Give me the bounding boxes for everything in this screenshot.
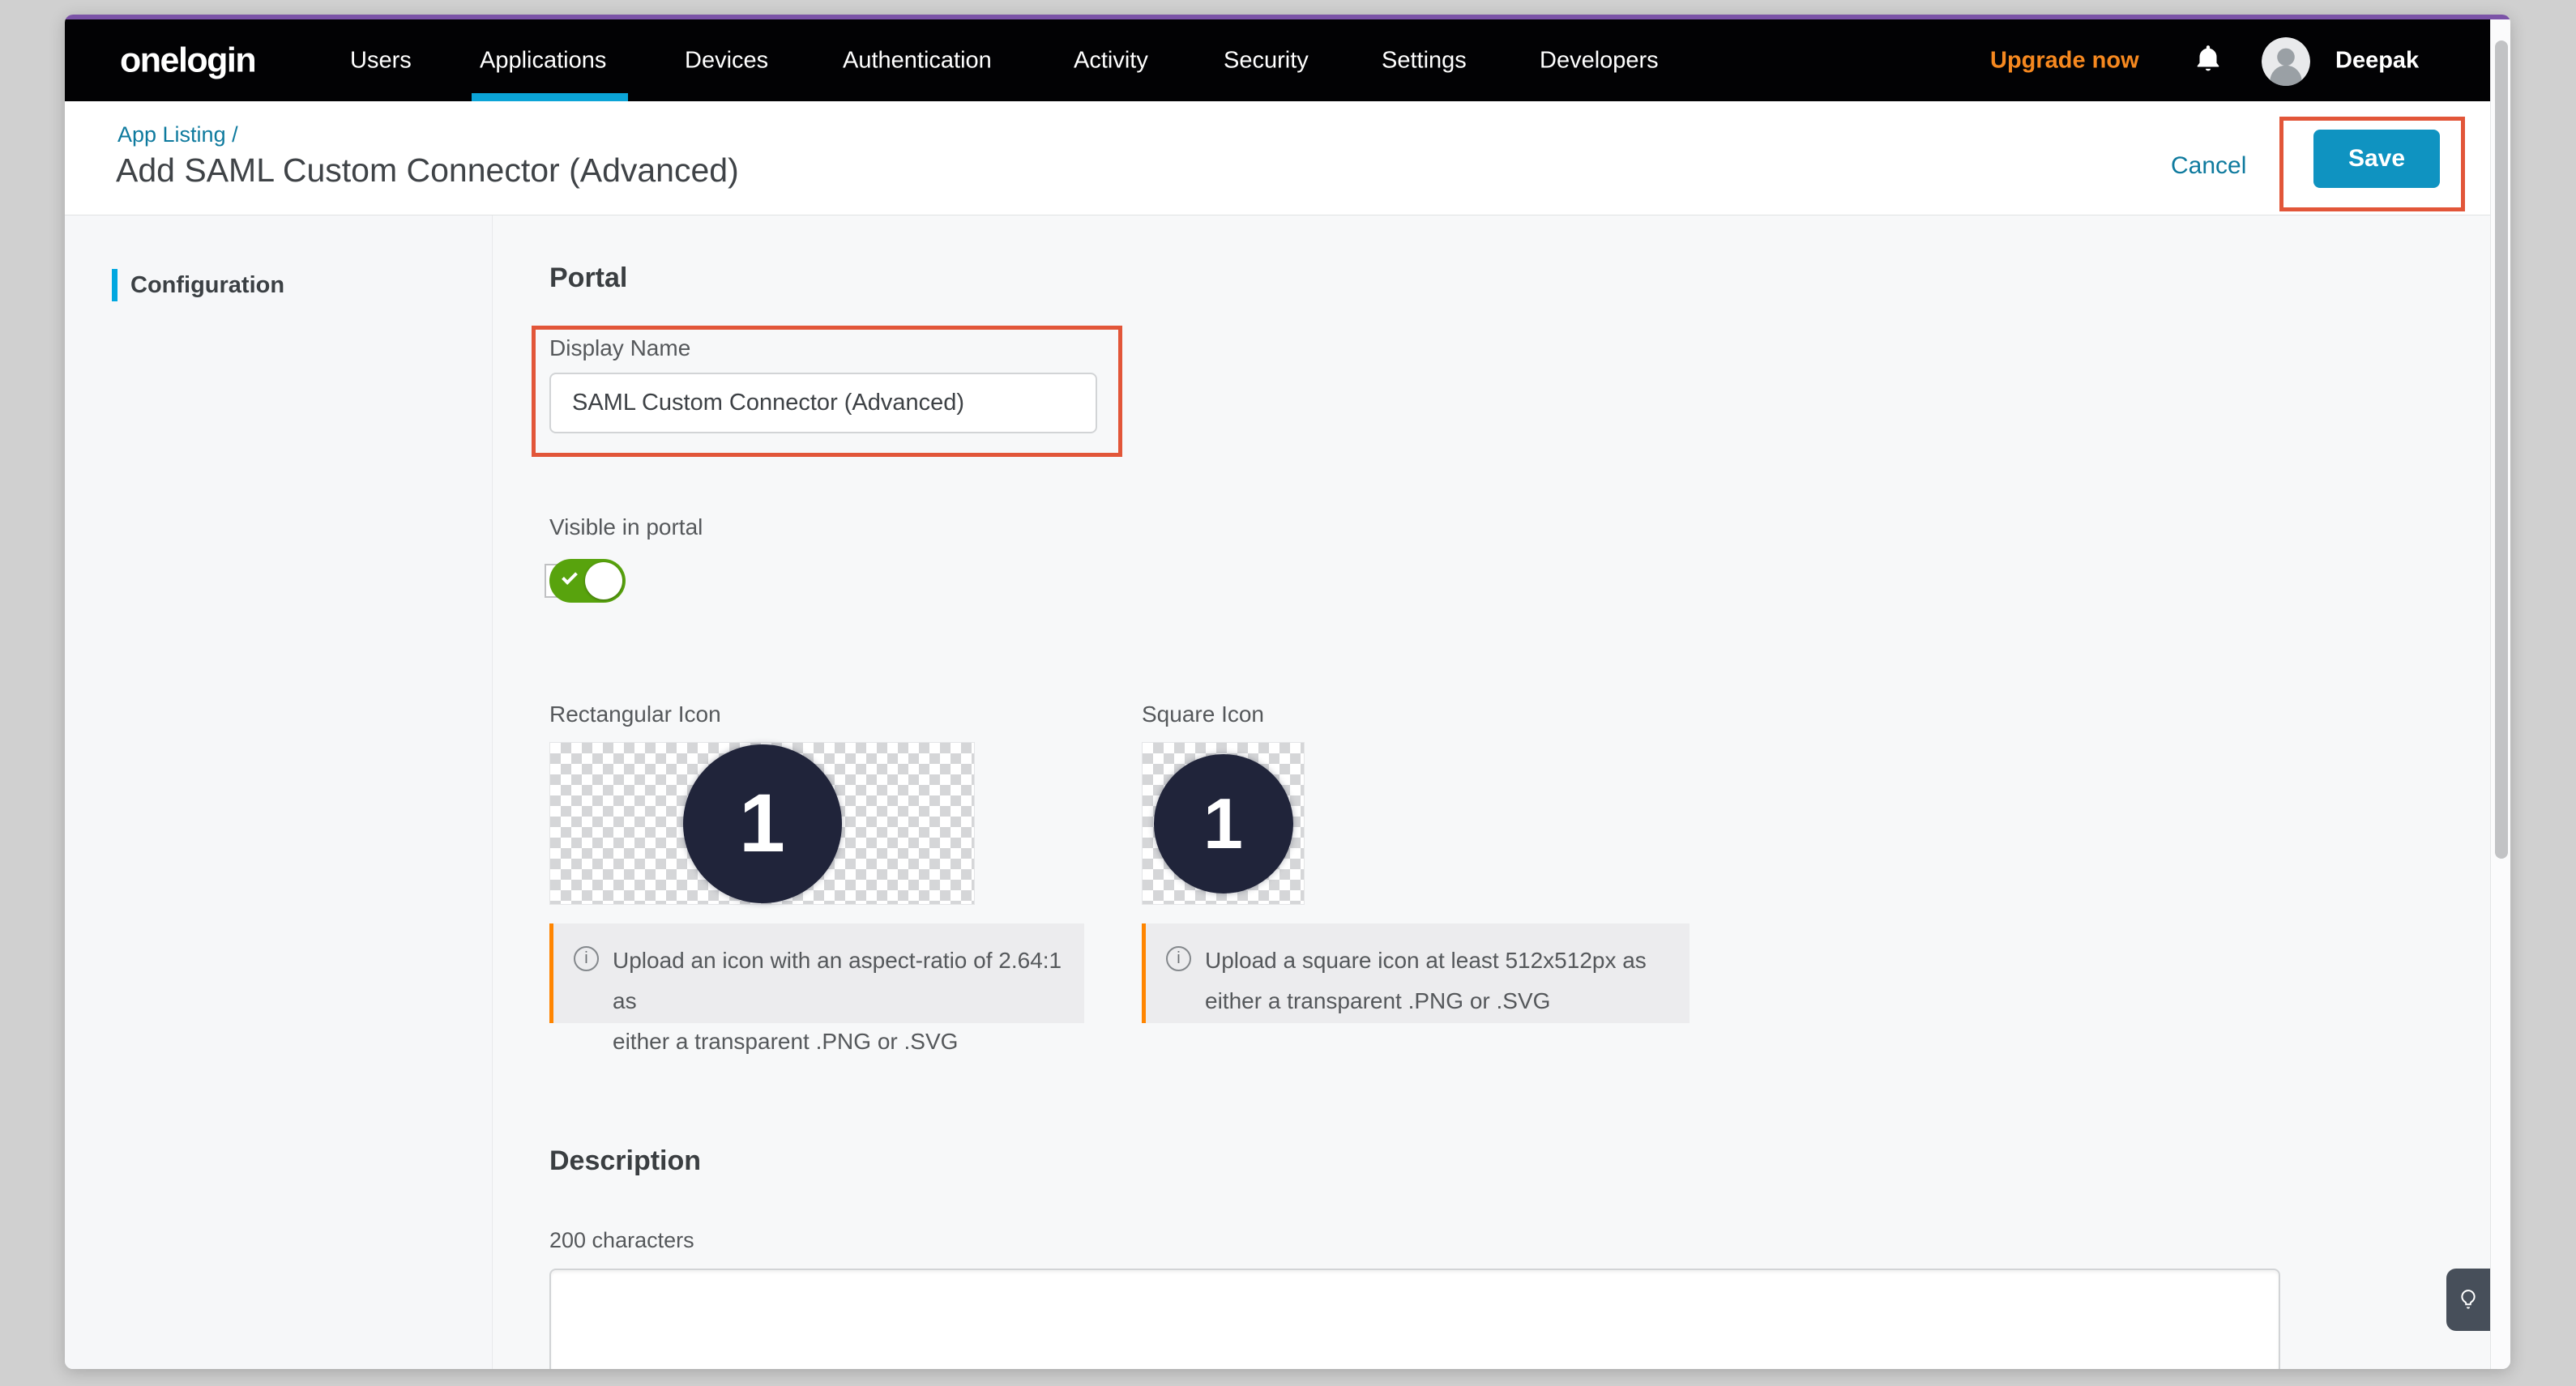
description-textarea[interactable] (549, 1269, 2280, 1369)
display-name-input[interactable] (549, 373, 1097, 433)
note-line-2: either a transparent .PNG or .SVG (1205, 988, 1550, 1013)
lightbulb-icon (2455, 1286, 2481, 1315)
visible-in-portal-label: Visible in portal (549, 514, 703, 540)
user-avatar[interactable] (2262, 37, 2310, 86)
nav-item-applications[interactable]: Applications (480, 47, 606, 74)
breadcrumb[interactable]: App Listing / (117, 122, 238, 147)
note-text: Upload a square icon at least 512x512px … (1205, 940, 1647, 1023)
info-icon: i (1166, 946, 1191, 971)
top-nav: onelogin Users Applications Devices Auth… (65, 19, 2490, 101)
portal-section-heading: Portal (549, 262, 627, 294)
square-icon-note: i Upload a square icon at least 512x512p… (1142, 923, 1690, 1023)
check-icon (562, 569, 578, 585)
nav-item-settings[interactable]: Settings (1382, 47, 1467, 74)
note-line-1: Upload an icon with an aspect-ratio of 2… (613, 948, 1062, 1013)
sidebar: Configuration (65, 215, 493, 1369)
save-button[interactable]: Save (2313, 130, 2440, 188)
note-text: Upload an icon with an aspect-ratio of 2… (613, 940, 1084, 1023)
app-logo-icon: 1 (683, 744, 842, 903)
cancel-button[interactable]: Cancel (2171, 152, 2246, 180)
sidebar-item-configuration[interactable]: Configuration (112, 269, 284, 301)
rectangular-icon-preview[interactable]: 1 (549, 742, 975, 905)
browser-window: onelogin Users Applications Devices Auth… (65, 15, 2510, 1369)
nav-item-security[interactable]: Security (1224, 47, 1309, 74)
sidebar-item-label: Configuration (130, 272, 284, 299)
square-icon-label: Square Icon (1142, 702, 1264, 727)
user-name[interactable]: Deepak (2335, 47, 2419, 74)
app-logo-icon: 1 (1154, 754, 1293, 893)
main-content: Portal Display Name Visible in portal Re… (493, 215, 2490, 1369)
visible-in-portal-toggle[interactable] (549, 559, 626, 603)
help-tips-button[interactable] (2446, 1269, 2490, 1331)
display-name-label: Display Name (549, 335, 690, 361)
active-tab-underline (472, 93, 628, 101)
page-header: App Listing / Add SAML Custom Connector … (65, 101, 2490, 215)
note-line-1: Upload a square icon at least 512x512px … (1205, 948, 1647, 973)
nav-item-developers[interactable]: Developers (1540, 47, 1659, 74)
description-section-heading: Description (549, 1145, 701, 1177)
notification-bell-icon[interactable] (2192, 41, 2224, 80)
note-line-2: either a transparent .PNG or .SVG (613, 1029, 958, 1054)
content-body: Configuration Portal Display Name Visibl… (65, 215, 2490, 1369)
person-icon (2262, 37, 2310, 86)
character-counter: 200 characters (549, 1228, 694, 1253)
nav-item-users[interactable]: Users (350, 47, 412, 74)
scrollbar-thumb[interactable] (2495, 41, 2508, 859)
square-icon-preview[interactable]: 1 (1142, 742, 1305, 905)
toggle-knob[interactable] (585, 562, 622, 599)
active-item-accent (112, 269, 117, 301)
screen-background: onelogin Users Applications Devices Auth… (0, 0, 2576, 1386)
nav-item-activity[interactable]: Activity (1074, 47, 1148, 74)
nav-item-devices[interactable]: Devices (685, 47, 768, 74)
scrollbar-track[interactable] (2490, 19, 2510, 1369)
onelogin-logo[interactable]: onelogin (120, 41, 255, 80)
page: onelogin Users Applications Devices Auth… (65, 19, 2490, 1369)
upgrade-now-link[interactable]: Upgrade now (1990, 47, 2139, 74)
rectangular-icon-note: i Upload an icon with an aspect-ratio of… (549, 923, 1084, 1023)
page-title: Add SAML Custom Connector (Advanced) (116, 151, 739, 190)
info-icon: i (574, 946, 599, 971)
nav-item-authentication[interactable]: Authentication (843, 47, 992, 74)
rectangular-icon-label: Rectangular Icon (549, 702, 721, 727)
